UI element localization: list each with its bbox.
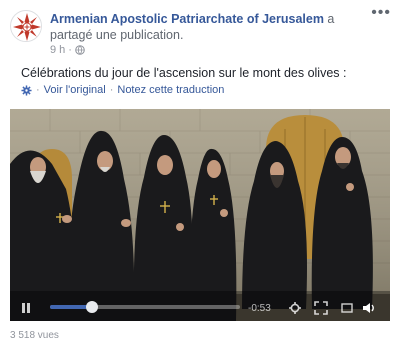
translation-separator-1: · [36,84,40,96]
video-scrubber-handle[interactable] [85,301,98,313]
video-player[interactable]: -0:53 [10,109,390,321]
post-timestamp[interactable]: 9 h [50,44,65,56]
page-avatar[interactable] [10,10,42,42]
post-meta: 9 h · [50,44,85,56]
expand-icon[interactable] [314,301,328,315]
video-controls: -0:53 [10,295,390,321]
view-count: 3 518 vues [10,330,59,341]
globe-icon[interactable] [75,45,85,55]
translation-row: · Voir l'original · Notez cette traducti… [21,84,224,96]
settings-icon[interactable] [288,301,302,315]
pause-icon[interactable] [20,302,32,314]
more-options-icon[interactable]: ••• [371,5,391,21]
minimize-icon[interactable] [340,301,354,315]
meta-separator: · [68,44,72,56]
see-original-link[interactable]: Voir l'original [44,84,106,96]
translation-separator-2: · [109,84,114,96]
author-name-link[interactable]: Armenian Apostolic Patriarchate of Jerus… [50,12,324,26]
video-progress-bar[interactable] [50,301,240,313]
post-header: Armenian Apostolic Patriarchate of Jerus… [50,11,368,43]
rate-translation-link[interactable]: Notez cette traduction [117,84,224,96]
patriarchate-logo [12,12,41,41]
volume-icon[interactable] [362,301,376,315]
facebook-post: Armenian Apostolic Patriarchate of Jerus… [0,0,399,346]
gear-icon[interactable] [21,84,32,96]
video-time-remaining: -0:53 [248,303,271,314]
video-frame [10,109,390,321]
post-text: Célébrations du jour de l'ascension sur … [21,66,347,80]
